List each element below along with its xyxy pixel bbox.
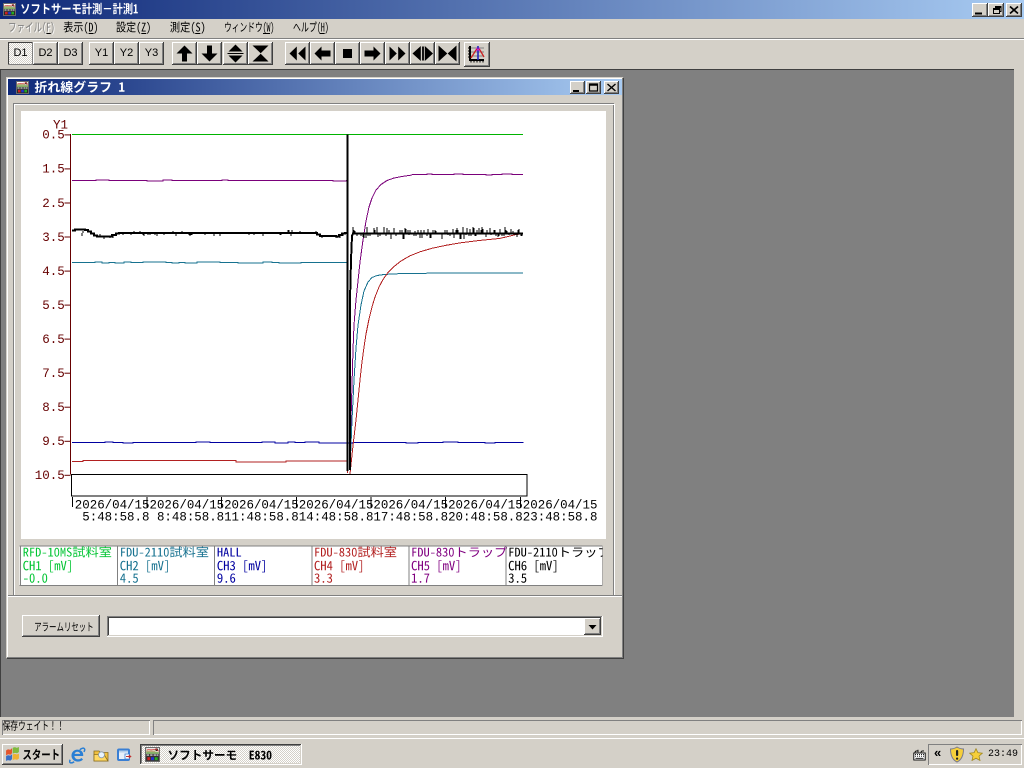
svg-text:5.5: 5.5 xyxy=(42,299,65,313)
svg-text:5:48:58.8: 5:48:58.8 xyxy=(75,511,150,525)
svg-text:3.5: 3.5 xyxy=(42,231,65,245)
svg-text:20:48:58.8: 20:48:58.8 xyxy=(448,511,523,525)
svg-text:2.5: 2.5 xyxy=(42,197,65,211)
svg-text:11:48:58.8: 11:48:58.8 xyxy=(224,511,299,525)
svg-text:14:48:58.8: 14:48:58.8 xyxy=(299,511,374,525)
svg-text:23:48:58.8: 23:48:58.8 xyxy=(523,511,598,525)
svg-text:10.5: 10.5 xyxy=(35,469,65,483)
svg-text:0.5: 0.5 xyxy=(42,129,65,143)
svg-text:4.5: 4.5 xyxy=(42,265,65,279)
svg-text:6.5: 6.5 xyxy=(42,333,65,347)
svg-text:1.5: 1.5 xyxy=(42,163,65,177)
svg-text:9.5: 9.5 xyxy=(42,435,65,449)
svg-text:8:48:58.8: 8:48:58.8 xyxy=(150,511,225,525)
svg-text:7.5: 7.5 xyxy=(42,367,65,381)
svg-text:8.5: 8.5 xyxy=(42,401,65,415)
svg-text:17:48:58.8: 17:48:58.8 xyxy=(373,511,448,525)
